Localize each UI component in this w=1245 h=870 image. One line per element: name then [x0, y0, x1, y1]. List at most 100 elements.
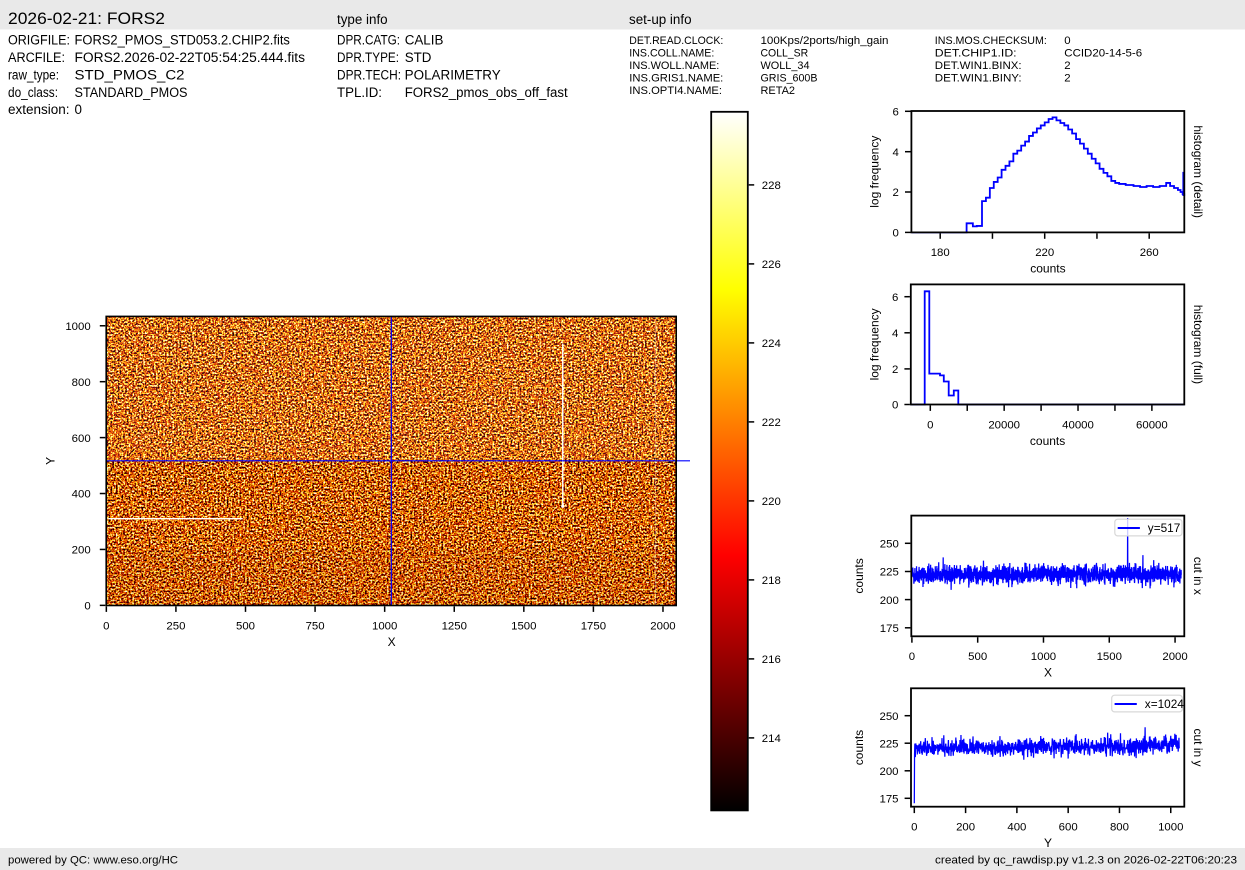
svg-text:4: 4	[892, 328, 898, 340]
svg-text:220: 220	[1035, 247, 1054, 259]
svg-text:INS.OPTI4.NAME:: INS.OPTI4.NAME:	[629, 85, 722, 97]
svg-text:175: 175	[879, 794, 898, 806]
svg-text:220: 220	[762, 496, 781, 508]
svg-text:INS.GRIS1.NAME:: INS.GRIS1.NAME:	[629, 73, 723, 85]
svg-text:1500: 1500	[511, 620, 536, 632]
svg-text:extension:: extension:	[8, 102, 70, 117]
svg-text:226: 226	[762, 259, 781, 271]
svg-text:counts: counts	[852, 558, 866, 593]
svg-text:6: 6	[893, 107, 899, 119]
svg-text:INS.MOS.CHECKSUM:: INS.MOS.CHECKSUM:	[935, 35, 1047, 47]
svg-text:250: 250	[879, 711, 898, 723]
svg-text:218: 218	[762, 575, 781, 587]
svg-text:powered by QC: www.eso.org/HC: powered by QC: www.eso.org/HC	[8, 855, 178, 867]
svg-text:log frequency: log frequency	[868, 136, 882, 208]
svg-text:200: 200	[880, 595, 899, 607]
svg-text:225: 225	[879, 738, 898, 750]
svg-text:STD_PMOS_C2: STD_PMOS_C2	[75, 67, 185, 82]
svg-text:260: 260	[1140, 247, 1159, 259]
svg-text:TPL.ID:: TPL.ID:	[337, 85, 382, 100]
svg-text:x=1024: x=1024	[1145, 697, 1184, 711]
svg-text:DET.READ.CLOCK:: DET.READ.CLOCK:	[629, 35, 723, 47]
svg-text:4: 4	[893, 147, 899, 159]
svg-text:FORS2_PMOS_STD053.2.CHIP2.fits: FORS2_PMOS_STD053.2.CHIP2.fits	[75, 32, 291, 47]
svg-text:created by qc_rawdisp.py v1.2.: created by qc_rawdisp.py v1.2.3 on 2026-…	[935, 855, 1237, 867]
svg-text:250: 250	[166, 620, 185, 632]
svg-text:y=517: y=517	[1148, 521, 1180, 535]
svg-text:2000: 2000	[650, 620, 675, 632]
svg-text:counts: counts	[852, 730, 866, 765]
svg-text:DPR.TECH:: DPR.TECH:	[337, 67, 401, 82]
svg-text:COLL_SR: COLL_SR	[761, 47, 809, 59]
svg-text:1000: 1000	[1158, 822, 1183, 834]
svg-text:600: 600	[72, 433, 91, 445]
svg-text:cut in y: cut in y	[1191, 728, 1205, 766]
svg-text:1250: 1250	[442, 620, 467, 632]
svg-text:20000: 20000	[988, 419, 1020, 431]
svg-text:2: 2	[892, 364, 898, 376]
svg-text:log frequency: log frequency	[868, 308, 882, 380]
svg-text:FORS2_pmos_obs_off_fast: FORS2_pmos_obs_off_fast	[405, 85, 568, 100]
svg-text:800: 800	[72, 377, 91, 389]
svg-text:1750: 1750	[581, 620, 606, 632]
svg-text:STANDARD_PMOS: STANDARD_PMOS	[75, 85, 188, 100]
svg-text:2000: 2000	[1162, 651, 1187, 663]
svg-text:225: 225	[880, 567, 899, 579]
svg-text:RETA2: RETA2	[761, 85, 796, 97]
svg-text:60000: 60000	[1136, 419, 1168, 431]
svg-text:DPR.CATG:: DPR.CATG:	[337, 32, 400, 47]
svg-text:1500: 1500	[1097, 651, 1122, 663]
svg-text:40000: 40000	[1062, 419, 1094, 431]
svg-text:200: 200	[72, 545, 91, 557]
svg-text:250: 250	[880, 539, 899, 551]
svg-text:500: 500	[236, 620, 255, 632]
svg-text:CCID20-14-5-6: CCID20-14-5-6	[1064, 47, 1142, 59]
svg-text:6: 6	[892, 292, 898, 304]
svg-text:400: 400	[1007, 822, 1026, 834]
svg-text:0: 0	[909, 651, 915, 663]
svg-text:500: 500	[968, 651, 987, 663]
svg-text:do_class:: do_class:	[8, 85, 58, 100]
svg-text:400: 400	[72, 489, 91, 501]
svg-text:type info: type info	[337, 12, 388, 27]
svg-text:DET.WIN1.BINY:: DET.WIN1.BINY:	[935, 73, 1022, 85]
svg-text:X: X	[1044, 666, 1052, 680]
svg-text:histogram (detail): histogram (detail)	[1191, 125, 1205, 218]
svg-text:222: 222	[762, 417, 781, 429]
svg-text:Y: Y	[44, 457, 58, 465]
svg-text:1000: 1000	[1031, 651, 1056, 663]
svg-text:200: 200	[956, 822, 975, 834]
svg-text:2: 2	[1064, 73, 1070, 85]
svg-text:counts: counts	[1030, 262, 1065, 276]
svg-text:214: 214	[762, 733, 781, 745]
svg-text:CALIB: CALIB	[405, 32, 444, 47]
svg-text:raw_type:: raw_type:	[8, 67, 59, 82]
svg-text:216: 216	[762, 654, 781, 666]
svg-text:X: X	[388, 635, 396, 649]
svg-text:POLARIMETRY: POLARIMETRY	[405, 67, 501, 82]
svg-text:2026-02-21: FORS2: 2026-02-21: FORS2	[8, 9, 165, 28]
svg-text:INS.COLL.NAME:: INS.COLL.NAME:	[629, 47, 714, 59]
svg-text:FORS2.2026-02-22T05:54:25.444.: FORS2.2026-02-22T05:54:25.444.fits	[75, 50, 306, 65]
svg-text:counts: counts	[1030, 434, 1065, 448]
svg-text:Y: Y	[1044, 836, 1052, 850]
svg-text:cut in x: cut in x	[1191, 557, 1205, 595]
svg-text:WOLL_34: WOLL_34	[761, 60, 810, 72]
svg-text:ORIGFILE:: ORIGFILE:	[8, 32, 70, 47]
svg-text:DPR.TYPE:: DPR.TYPE:	[337, 50, 399, 65]
svg-text:180: 180	[931, 247, 950, 259]
svg-text:0: 0	[911, 822, 917, 834]
svg-text:1000: 1000	[65, 321, 90, 333]
svg-text:set-up info: set-up info	[629, 12, 692, 27]
svg-text:0: 0	[75, 102, 82, 117]
svg-text:228: 228	[762, 180, 781, 192]
svg-text:0: 0	[84, 601, 90, 613]
svg-text:0: 0	[893, 228, 899, 240]
svg-text:DET.WIN1.BINX:: DET.WIN1.BINX:	[935, 60, 1022, 72]
svg-text:100Kps/2ports/high_gain: 100Kps/2ports/high_gain	[761, 35, 889, 47]
svg-text:1000: 1000	[372, 620, 397, 632]
svg-text:INS.WOLL.NAME:: INS.WOLL.NAME:	[629, 60, 719, 72]
svg-text:0: 0	[927, 419, 933, 431]
svg-text:DET.CHIP1.ID:: DET.CHIP1.ID:	[935, 47, 1017, 59]
svg-text:750: 750	[306, 620, 325, 632]
